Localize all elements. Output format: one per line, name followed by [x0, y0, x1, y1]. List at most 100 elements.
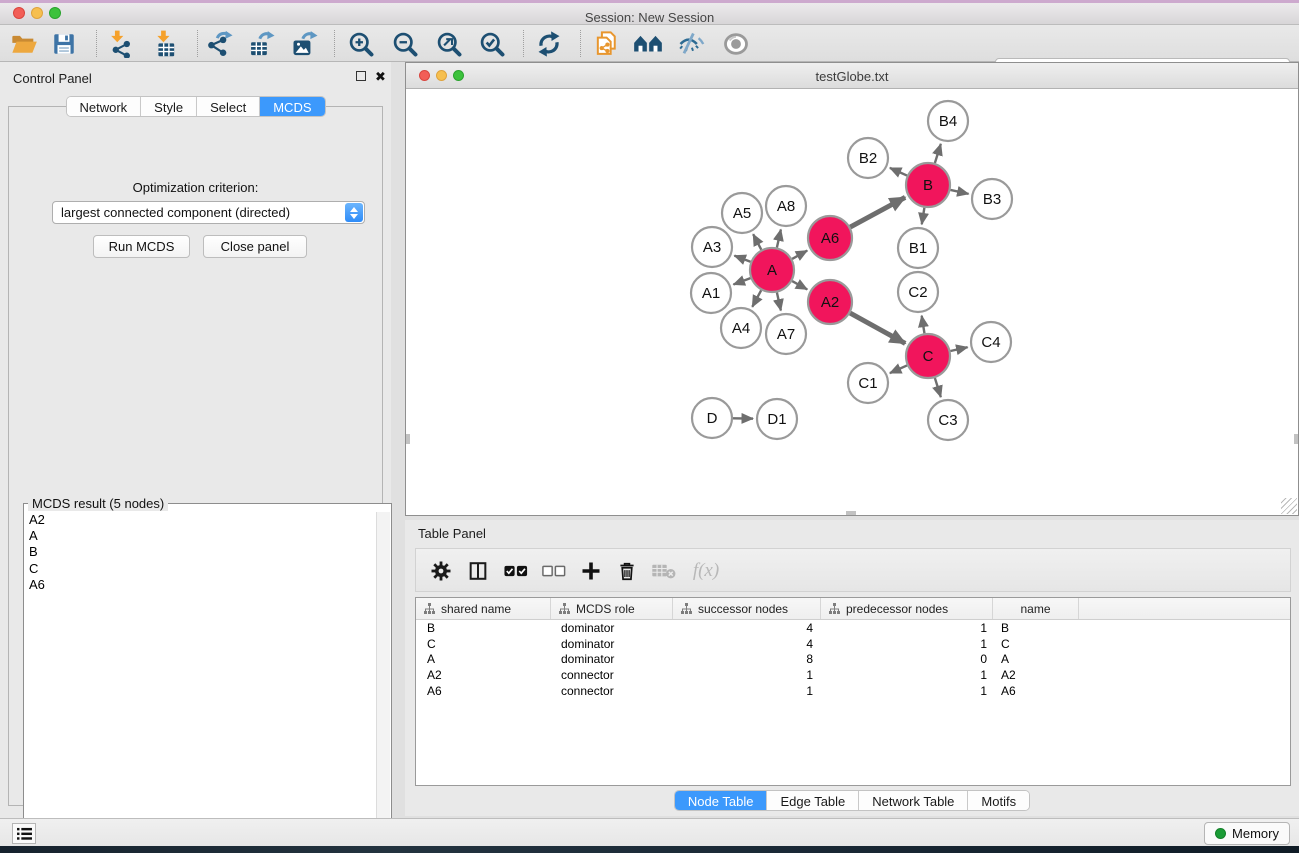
edge-C-C1[interactable] — [890, 365, 907, 373]
tab-select[interactable]: Select — [196, 97, 259, 116]
import-network-icon[interactable] — [103, 28, 139, 59]
table-row[interactable]: A2connector11A2 — [416, 667, 1290, 683]
column-header-predecessor-nodes[interactable]: predecessor nodes — [821, 598, 993, 619]
node-A8[interactable]: A8 — [766, 186, 806, 226]
node-C1[interactable]: C1 — [848, 363, 888, 403]
export-image-icon[interactable] — [286, 28, 322, 59]
node-B1[interactable]: B1 — [898, 228, 938, 268]
destroy-table-icon[interactable] — [647, 556, 681, 586]
memory-button[interactable]: Memory — [1204, 822, 1290, 845]
tab-motifs[interactable]: Motifs — [967, 791, 1029, 810]
node-C2[interactable]: C2 — [898, 272, 938, 312]
open-file-icon[interactable] — [6, 28, 42, 59]
zoom-selected-icon[interactable] — [474, 28, 510, 59]
mcds-result-item[interactable]: A6 — [25, 577, 376, 593]
node-B3[interactable]: B3 — [972, 179, 1012, 219]
export-table-icon[interactable] — [243, 28, 279, 59]
node-A5[interactable]: A5 — [722, 193, 762, 233]
show-all-icon[interactable] — [718, 28, 754, 59]
node-A2[interactable]: A2 — [808, 280, 852, 324]
edge-B-B4[interactable] — [935, 144, 941, 163]
delete-column-icon[interactable] — [610, 556, 644, 586]
task-history-button[interactable] — [12, 823, 36, 844]
table-row[interactable]: Bdominator41B — [416, 620, 1290, 636]
node-A7[interactable]: A7 — [766, 314, 806, 354]
scrollbar-mark[interactable] — [406, 434, 410, 444]
zoom-out-icon[interactable] — [387, 28, 423, 59]
node-A3[interactable]: A3 — [692, 227, 732, 267]
run-mcds-button[interactable]: Run MCDS — [93, 235, 190, 258]
edge-C-C2[interactable] — [922, 316, 925, 334]
export-network-icon[interactable] — [201, 28, 237, 59]
zoom-fit-icon[interactable] — [431, 28, 467, 59]
mcds-result-item[interactable]: C — [25, 561, 376, 577]
select-all-columns-icon[interactable] — [499, 556, 533, 586]
criterion-dropdown[interactable]: largest connected component (directed) — [52, 201, 365, 224]
node-A6[interactable]: A6 — [808, 216, 852, 260]
edge-A-A5[interactable] — [753, 234, 761, 249]
mcds-result-item[interactable]: A — [25, 528, 376, 544]
tab-network-table[interactable]: Network Table — [858, 791, 967, 810]
node-D[interactable]: D — [692, 398, 732, 438]
node-C3[interactable]: C3 — [928, 400, 968, 440]
edge-B-B3[interactable] — [950, 190, 968, 194]
node-C4[interactable]: C4 — [971, 322, 1011, 362]
table-row[interactable]: Cdominator41C — [416, 636, 1290, 652]
column-header-successor-nodes[interactable]: successor nodes — [673, 598, 821, 619]
node-A[interactable]: A — [750, 248, 794, 292]
new-network-from-selection-icon[interactable] — [588, 28, 624, 59]
save-session-icon[interactable] — [46, 28, 82, 59]
edge-A2-C[interactable] — [850, 313, 905, 343]
node-A4[interactable]: A4 — [721, 308, 761, 348]
column-header-mcds-role[interactable]: MCDS role — [551, 598, 673, 619]
edge-B-B1[interactable] — [922, 208, 925, 225]
tab-edge-table[interactable]: Edge Table — [766, 791, 858, 810]
edge-A-A6[interactable] — [792, 251, 807, 259]
first-neighbors-icon[interactable] — [630, 28, 666, 59]
edge-A-A7[interactable] — [777, 292, 781, 310]
node-B4[interactable]: B4 — [928, 101, 968, 141]
edge-A-A3[interactable] — [734, 256, 750, 262]
node-D1[interactable]: D1 — [757, 399, 797, 439]
node-A1[interactable]: A1 — [691, 273, 731, 313]
close-panel-button[interactable]: Close panel — [203, 235, 307, 258]
zoom-in-icon[interactable] — [343, 28, 379, 59]
edge-A6-B[interactable] — [850, 197, 905, 227]
tab-mcds[interactable]: MCDS — [259, 97, 324, 116]
node-C[interactable]: C — [906, 334, 950, 378]
hide-selected-icon[interactable] — [673, 28, 709, 59]
column-header-shared-name[interactable]: shared name — [416, 598, 551, 619]
float-panel-icon[interactable] — [356, 71, 366, 83]
mcds-result-item[interactable]: B — [25, 544, 376, 560]
column-header-name[interactable]: name — [993, 598, 1079, 619]
node-B[interactable]: B — [906, 163, 950, 207]
dropdown-stepper-icon[interactable] — [345, 203, 363, 222]
edge-C-C4[interactable] — [950, 347, 967, 351]
scrollbar-mark[interactable] — [1294, 434, 1298, 444]
edge-A-A2[interactable] — [792, 281, 807, 289]
edge-C-C3[interactable] — [935, 378, 941, 397]
function-builder-icon[interactable]: f(x) — [684, 556, 728, 586]
tab-style[interactable]: Style — [140, 97, 196, 116]
resize-grip[interactable] — [1281, 498, 1297, 514]
table-row[interactable]: A6connector11A6 — [416, 683, 1290, 699]
edge-A-A8[interactable] — [777, 229, 781, 247]
edge-A-A4[interactable] — [752, 290, 761, 307]
edge-B-B2[interactable] — [890, 168, 907, 176]
import-table-icon[interactable] — [148, 28, 184, 59]
table-settings-icon[interactable] — [424, 556, 458, 586]
mcds-result-item[interactable]: A2 — [25, 512, 376, 528]
close-panel-icon[interactable]: ✖ — [375, 71, 386, 83]
table-row[interactable]: Adominator80A — [416, 652, 1290, 668]
node-B2[interactable]: B2 — [848, 138, 888, 178]
edge-A-A1[interactable] — [733, 278, 750, 284]
add-column-icon[interactable] — [574, 556, 608, 586]
scrollbar-track[interactable] — [376, 512, 390, 841]
network-canvas[interactable]: B4 B2 B B3 A8A5 A6 A3 B1 A A1 C2 A2 A4A7 C4 C C1 D D1 C3 — [406, 89, 1298, 515]
tab-node-table[interactable]: Node Table — [675, 791, 767, 810]
refresh-icon[interactable] — [531, 28, 567, 59]
scrollbar-mark[interactable] — [846, 511, 856, 515]
tab-network[interactable]: Network — [66, 97, 140, 116]
columns-icon[interactable] — [461, 556, 495, 586]
deselect-all-columns-icon[interactable] — [537, 556, 571, 586]
